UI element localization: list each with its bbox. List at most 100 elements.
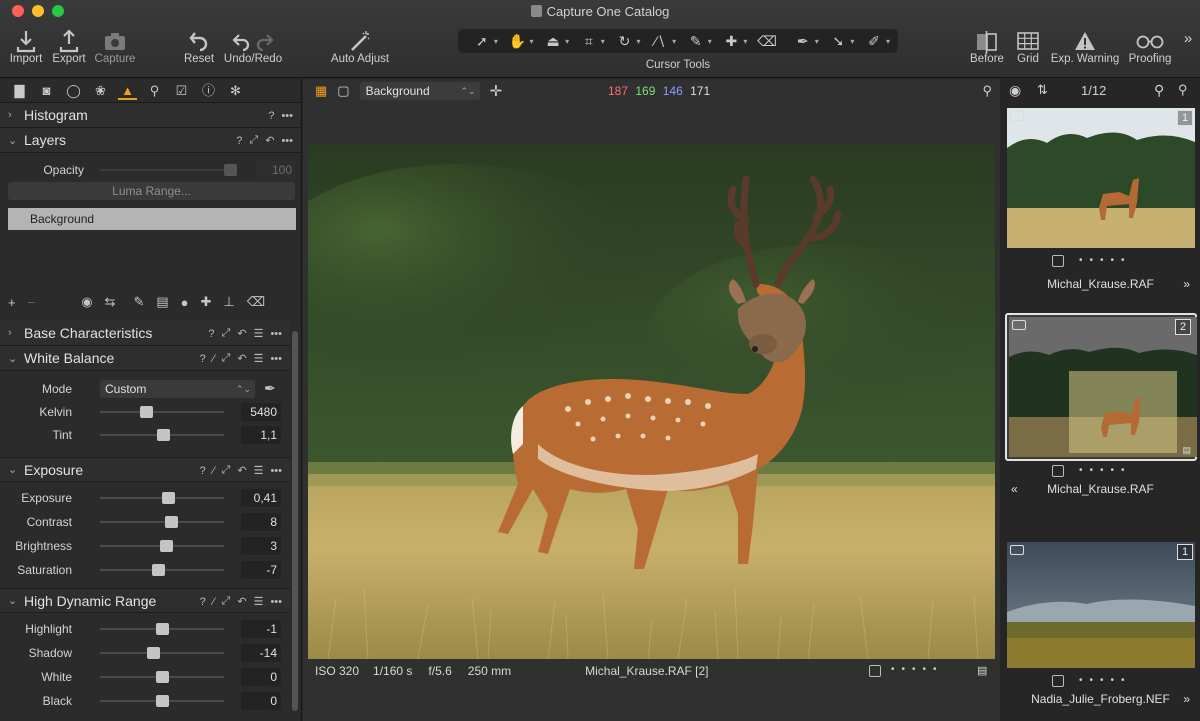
hdr-knob[interactable] (147, 647, 161, 659)
list-icon[interactable]: ☰ (254, 327, 264, 340)
import-button[interactable]: Import (6, 26, 46, 65)
hdr-value[interactable]: 0 (241, 692, 281, 710)
multi-view-icon[interactable]: ▦ (315, 83, 327, 99)
more-icon[interactable]: ••• (270, 465, 282, 477)
grid-button[interactable]: Grid (1012, 26, 1044, 65)
help-icon[interactable]: ? (200, 596, 206, 608)
more-icon[interactable]: ••• (281, 110, 293, 122)
list-icon[interactable]: ☰ (254, 595, 264, 608)
annotate-tool-icon[interactable]: ✐ ▾ (858, 33, 890, 50)
hdr-value[interactable]: -14 (241, 644, 281, 662)
opacity-knob[interactable] (224, 164, 237, 176)
kelvin-value[interactable]: 5480 (241, 403, 281, 421)
picker-tool-icon[interactable]: ✒ ▾ (787, 33, 819, 50)
wb-picker-tool-icon[interactable]: ➘ ▾ (822, 33, 855, 50)
thumb-3-checkbox[interactable] (1052, 675, 1064, 687)
reset-icon[interactable]: ↶ (265, 134, 274, 147)
base-characteristics-section[interactable]: › Base Characteristics ? ⤢ ↶ ☰ ••• (0, 321, 290, 346)
single-view-icon[interactable]: ▢ (337, 83, 349, 99)
hdr-knob[interactable] (156, 695, 169, 707)
more-icon[interactable]: ••• (270, 596, 282, 608)
hdr-value[interactable]: 0 (241, 668, 281, 686)
more-icon[interactable]: ••• (281, 135, 293, 147)
hdr-knob[interactable] (156, 623, 169, 635)
filter-icon[interactable]: ⚲ (1178, 82, 1188, 98)
export-button[interactable]: Export (49, 26, 89, 65)
hdr-section[interactable]: ⌄ High Dynamic Range ? ⁄ ⤢ ↶ ☰ ••• (0, 588, 290, 613)
exposure-slider[interactable] (100, 564, 224, 576)
reset-icon[interactable]: ↶ (237, 327, 246, 340)
exposure-slider[interactable] (100, 492, 224, 504)
luma-range-button[interactable]: Luma Range... (8, 182, 295, 200)
tint-knob[interactable] (157, 429, 171, 441)
help-icon[interactable]: ? (200, 353, 206, 365)
gradient-icon[interactable]: ▤ (156, 294, 168, 310)
hdr-slider[interactable] (100, 671, 224, 683)
clone-stamp-icon[interactable]: ⊥ (223, 294, 234, 310)
wand-icon[interactable]: ⁄ (213, 465, 215, 477)
thumbnail-3[interactable]: 1 (1005, 540, 1197, 670)
radial-icon[interactable]: ● (181, 295, 189, 310)
reset-icon[interactable]: ↶ (237, 595, 246, 608)
layer-background-item[interactable]: Background (8, 208, 296, 230)
hdr-value[interactable]: -1 (241, 620, 281, 638)
details-tab-icon[interactable]: ⚲ (145, 82, 164, 100)
exposure-value[interactable]: 8 (241, 513, 281, 531)
brush-tool-icon[interactable]: ✎ ▾ (680, 33, 712, 50)
exposure-tab-icon[interactable]: ▲ (118, 82, 137, 100)
thumb-3-rating[interactable]: ••••• (1079, 675, 1132, 686)
straighten-tool-icon[interactable]: ∕∖ ▾ (644, 33, 676, 50)
heal-icon[interactable]: ✚ (201, 294, 212, 310)
eraser-tool-icon[interactable]: ⌫ (751, 33, 783, 50)
hdr-knob[interactable] (156, 671, 169, 683)
exposure-knob[interactable] (152, 564, 166, 576)
exposure-slider[interactable] (100, 516, 224, 528)
star-rating[interactable]: ••••• (891, 664, 944, 675)
exposure-slider[interactable] (100, 540, 224, 552)
double-chevron-right-icon[interactable]: » (1183, 687, 1190, 711)
thumb-1-rating[interactable]: ••••• (1079, 255, 1132, 266)
help-icon[interactable]: ? (200, 465, 206, 477)
library-tab-icon[interactable]: ▇ (10, 82, 29, 100)
white-balance-section[interactable]: ⌄ White Balance ? ⁄ ⤢ ↶ ☰ ••• (0, 346, 290, 371)
wand-icon[interactable]: ⁄ (213, 353, 215, 365)
reset-button[interactable]: Reset (180, 26, 218, 65)
opacity-slider[interactable] (100, 164, 237, 176)
tools-scrollbar[interactable] (292, 331, 298, 711)
expand-icon[interactable]: ⤢ (222, 595, 231, 608)
zoom-icon[interactable]: ⚲ (982, 83, 992, 99)
help-icon[interactable]: ? (208, 328, 214, 340)
expand-icon[interactable]: ⤢ (222, 327, 231, 340)
keystone-tool-icon[interactable]: ⏏ ▾ (537, 33, 570, 50)
reset-icon[interactable]: ↶ (237, 352, 246, 365)
exposure-value[interactable]: -7 (241, 561, 281, 579)
swap-icon[interactable]: ⇆ (105, 294, 116, 310)
exposure-value[interactable]: 3 (241, 537, 281, 555)
thumb-1-checkbox[interactable] (1052, 255, 1064, 267)
exposure-section[interactable]: ⌄ Exposure ? ⁄ ⤢ ↶ ☰ ••• (0, 457, 290, 482)
select-tool-icon[interactable]: ➚ ▾ (466, 33, 498, 50)
tint-value[interactable]: 1,1 (241, 426, 281, 444)
remove-layer-icon[interactable]: − (28, 295, 36, 310)
color-tab-icon[interactable]: ❀ (91, 82, 110, 100)
thumbnail-2-selected[interactable]: 2 ▤ (1005, 313, 1197, 461)
info-tab-icon[interactable]: ⓘ (199, 82, 218, 100)
heal-tool-icon[interactable]: ✚ ▾ (715, 33, 748, 50)
opacity-value[interactable]: 100 (256, 161, 296, 179)
eye-icon[interactable]: ◉ (1009, 82, 1021, 99)
proofing-button[interactable]: Proofing (1126, 26, 1174, 65)
pan-tool-icon[interactable]: ✋ ▾ (501, 33, 534, 50)
exposure-knob[interactable] (164, 516, 178, 528)
auto-adjust-button[interactable]: Auto Adjust (326, 26, 394, 65)
wand-icon[interactable]: ⁄ (213, 596, 215, 608)
thumb-2-rating[interactable]: ••••• (1079, 465, 1132, 476)
before-button[interactable]: Before (966, 26, 1008, 65)
thumbnail-1[interactable]: 1 (1005, 106, 1197, 250)
tint-slider[interactable] (100, 429, 224, 441)
expand-icon[interactable]: ⤢ (222, 464, 231, 477)
add-icon[interactable]: ✛ (490, 82, 503, 100)
eraser-icon[interactable]: ⌫ (247, 294, 265, 310)
exposure-value[interactable]: 0,41 (241, 489, 281, 507)
capture-button[interactable]: Capture (92, 26, 138, 65)
hdr-slider[interactable] (100, 623, 224, 635)
